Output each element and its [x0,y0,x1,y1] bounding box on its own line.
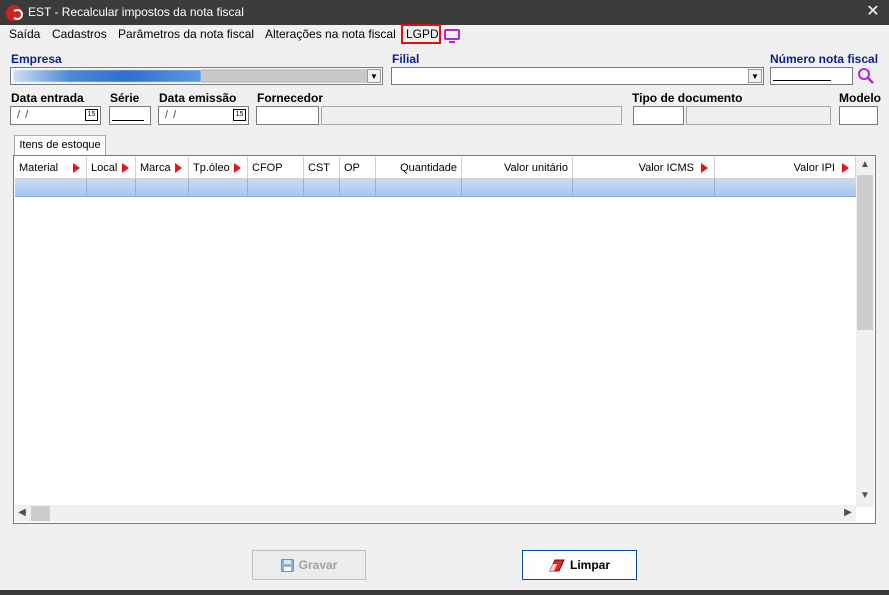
row-divider [339,179,340,197]
col-header-material[interactable]: Material [15,157,87,179]
empresa-select[interactable]: ▼ [10,67,383,85]
clear-button[interactable]: Limpar [522,550,637,580]
monitor-icon[interactable] [444,29,460,43]
input-underline [112,120,144,121]
menu-cadastros[interactable]: Cadastros [52,27,107,41]
tipo-documento-label: Tipo de documento [632,91,743,105]
serie-label: Série [110,91,140,105]
sort-arrow-icon [234,163,241,173]
row-divider [135,179,136,197]
row-divider [247,179,248,197]
col-header-label: Material [19,162,59,174]
floppy-disk-icon [280,559,294,573]
row-divider [86,179,87,197]
serie-input[interactable] [109,106,151,125]
date-placeholder: / / [17,109,30,121]
data-entrada-input[interactable]: / / 15 [10,106,101,125]
horizontal-scrollbar[interactable] [15,505,856,522]
window-bottom-border [0,590,889,595]
sort-arrow-icon [73,163,80,173]
tipo-documento-name-field [686,106,831,125]
row-divider [714,179,715,197]
data-emissao-input[interactable]: / / 15 [158,106,249,125]
fornecedor-label: Fornecedor [257,91,324,105]
date-placeholder: / / [165,109,178,121]
col-header-label: Marca [140,162,171,174]
vertical-scroll-thumb[interactable] [857,175,873,330]
modelo-input[interactable] [839,106,878,125]
row-divider [188,179,189,197]
calendar-icon[interactable]: 15 [233,109,246,121]
numero-nota-label: Número nota fiscal [770,52,879,66]
eraser-icon [549,559,565,572]
row-divider [303,179,304,197]
clear-button-label: Limpar [569,558,610,572]
modelo-label: Modelo [839,91,881,105]
calendar-icon[interactable]: 15 [85,109,98,121]
data-entrada-label: Data entrada [11,91,84,105]
sort-arrow-icon [175,163,182,173]
empresa-value-strip [201,69,376,83]
fornecedor-code-input[interactable] [256,106,319,125]
filial-label: Filial [392,52,420,66]
col-header-tp-oleo[interactable]: Tp.óleo [189,157,248,179]
empresa-value-redacted [13,70,201,82]
col-header-valor-icms[interactable]: Valor ICMS [573,157,715,179]
data-emissao-label: Data emissão [159,91,237,105]
horizontal-scroll-thumb[interactable] [31,506,50,521]
chevron-down-icon[interactable]: ▼ [748,69,762,83]
save-button[interactable]: Gravar [252,550,366,580]
save-button-label: Gravar [298,558,338,572]
sort-arrow-icon [701,163,708,173]
empresa-label: Empresa [11,52,62,66]
row-divider [375,179,376,197]
col-header-quantidade[interactable]: Quantidade [376,157,462,179]
menu-saida[interactable]: Saída [9,27,40,41]
col-header-label: Valor IPI [793,162,835,174]
col-header-cfop[interactable]: CFOP [248,157,304,179]
scroll-down-icon[interactable]: ▼ [857,490,873,501]
row-divider [461,179,462,197]
sort-arrow-icon [842,163,849,173]
chevron-down-icon[interactable]: ▼ [367,69,381,83]
col-header-label: Valor ICMS [638,162,694,174]
col-header-op[interactable]: OP [340,157,376,179]
row-divider [572,179,573,197]
numero-nota-input[interactable] [770,67,853,85]
input-underline [773,80,831,81]
close-icon[interactable]: ✕ [862,1,884,23]
search-icon[interactable] [857,67,875,85]
filial-select[interactable]: ▼ [391,67,764,85]
fornecedor-name-field [321,106,622,125]
col-header-label: Tp.óleo [193,162,230,174]
lgpd-highlight-frame [401,24,441,44]
window-title: EST - Recalcular impostos da nota fiscal [28,5,244,19]
col-header-marca[interactable]: Marca [136,157,189,179]
col-header-valor-unitario[interactable]: Valor unitário [462,157,573,179]
col-header-valor-ipi[interactable]: Valor IPI [715,157,856,179]
scroll-left-icon[interactable]: ◀ [16,507,28,518]
table-row[interactable] [15,179,856,197]
menu-alteracoes[interactable]: Alterações na nota fiscal [265,27,396,41]
col-header-local[interactable]: Local [87,157,136,179]
col-header-cst[interactable]: CST [304,157,340,179]
tab-itens-de-estoque[interactable]: Itens de estoque [14,135,106,155]
app-logo-icon [6,5,23,21]
scroll-right-icon[interactable]: ▶ [842,507,854,518]
col-header-label: Local [91,162,118,174]
tipo-documento-code-input[interactable] [633,106,684,125]
scroll-up-icon[interactable]: ▲ [857,159,873,170]
sort-arrow-icon [122,163,129,173]
items-grid [13,155,876,524]
menu-parametros[interactable]: Parâmetros da nota fiscal [118,27,254,41]
